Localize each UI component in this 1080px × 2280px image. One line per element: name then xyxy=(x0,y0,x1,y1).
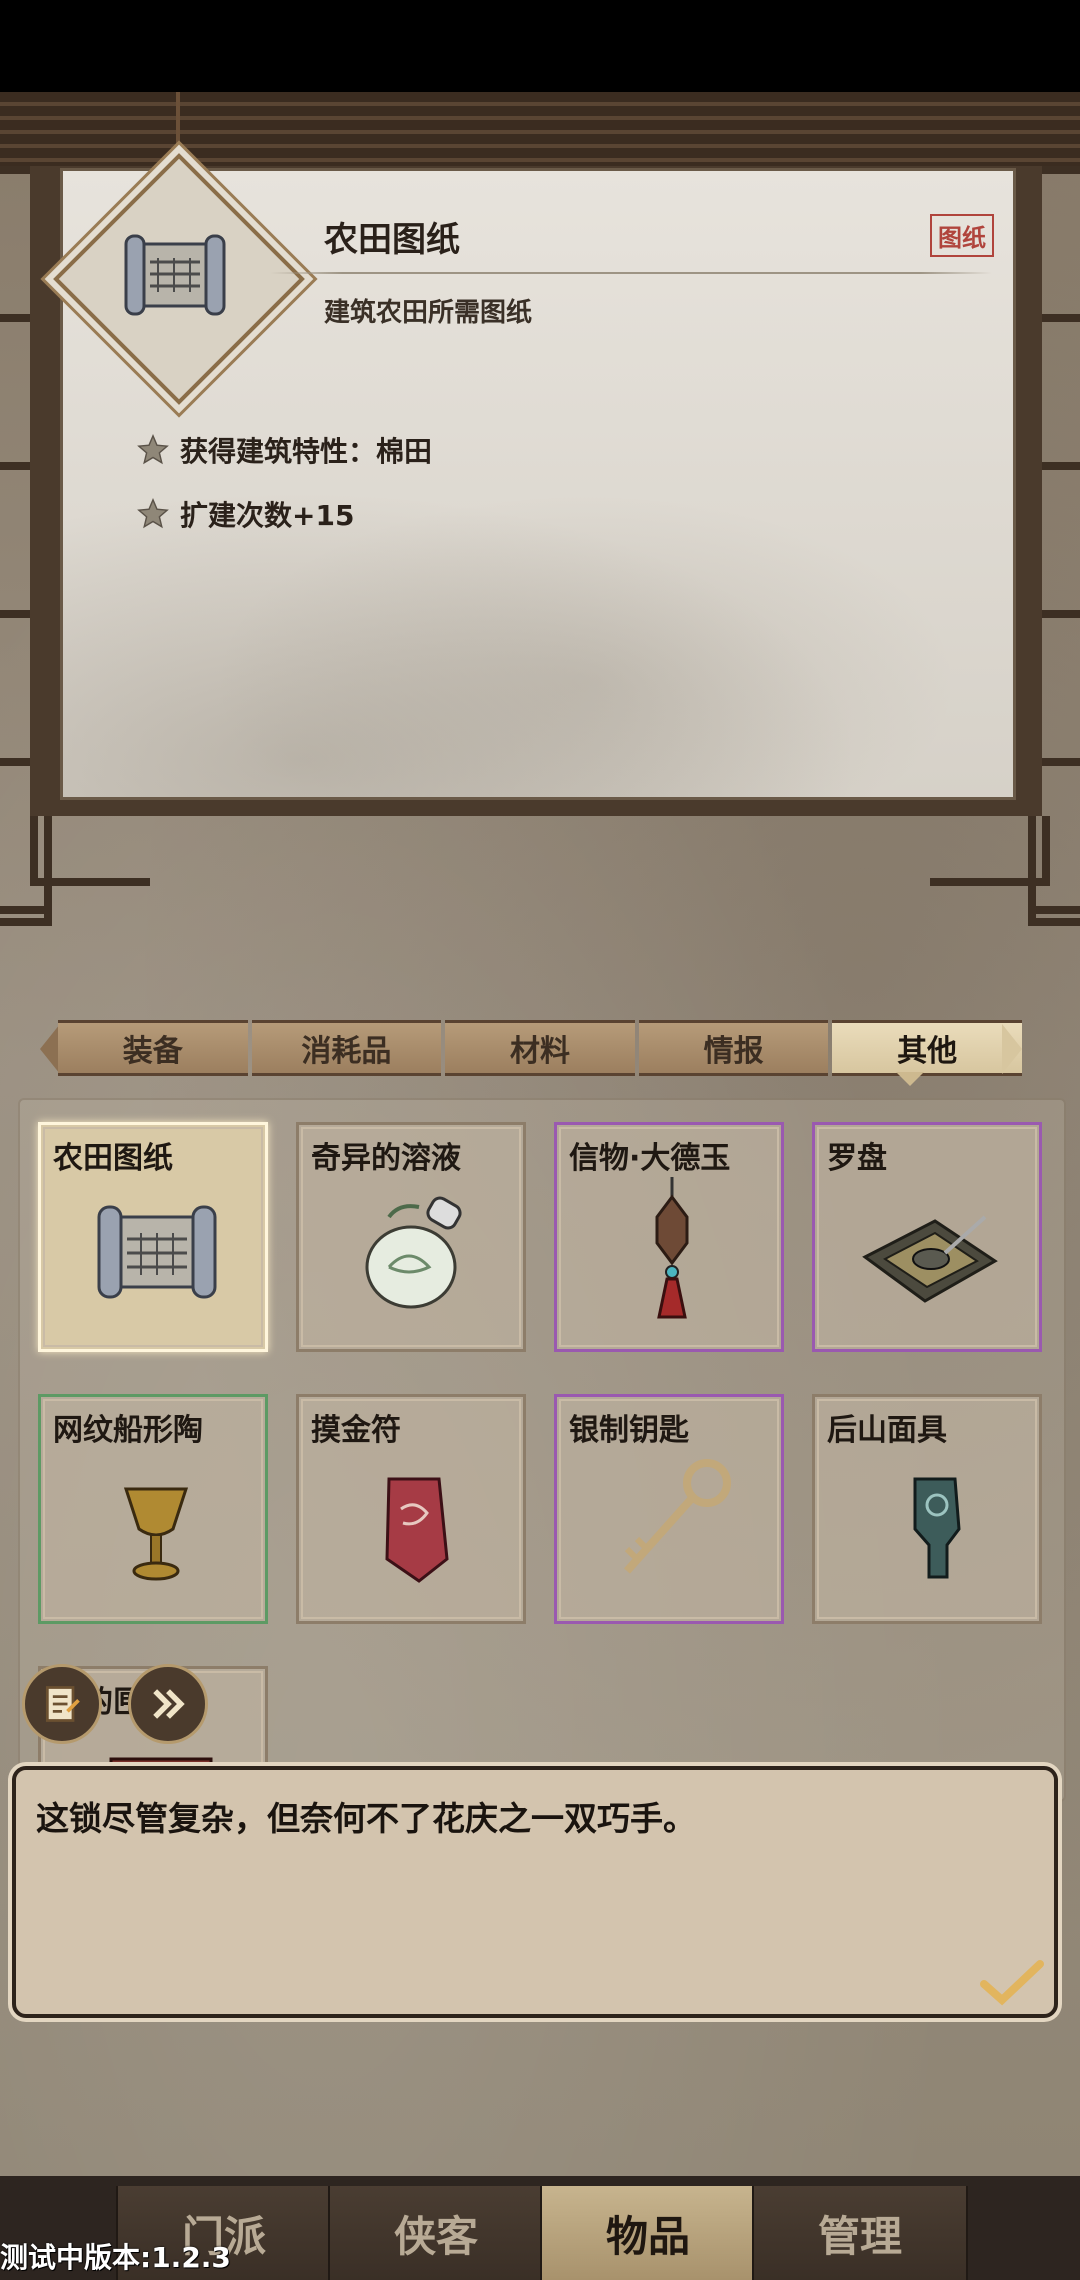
goblet-icon xyxy=(123,1487,189,1581)
frame-corner-left xyxy=(30,816,150,886)
active-tab-pointer-icon xyxy=(896,1072,924,1086)
inventory-slot[interactable]: 农田图纸 xyxy=(38,1122,268,1352)
mask-icon xyxy=(913,1477,961,1579)
item-title: 农田图纸 xyxy=(324,220,460,260)
frame-corner-right xyxy=(930,816,1050,886)
nav-heroes[interactable]: 侠客 xyxy=(328,2186,544,2280)
inventory-slot[interactable]: 网纹船形陶 xyxy=(38,1394,268,1624)
title-divider xyxy=(270,272,992,274)
tab-intel[interactable]: 情报 xyxy=(638,1020,829,1076)
nav-manage[interactable]: 管理 xyxy=(752,2186,968,2280)
tab-consumables[interactable]: 消耗品 xyxy=(251,1020,442,1076)
inventory-slot[interactable]: 信物·大德玉 xyxy=(554,1122,784,1352)
confirm-check-icon[interactable] xyxy=(980,1958,1044,2006)
tabs-right-arrow-icon xyxy=(1002,1024,1022,1074)
tab-equipment[interactable]: 装备 xyxy=(58,1020,248,1076)
dialog-box[interactable]: 这锁尽管复杂，但奈何不了花庆之一双巧手。 xyxy=(12,1766,1058,2018)
dialog-text: 这锁尽管复杂，但奈何不了花庆之一双巧手。 xyxy=(36,1799,696,1838)
attribute-text: 获得建筑特性：棉田 xyxy=(180,435,433,468)
inventory-slot[interactable]: 银制钥匙 xyxy=(554,1394,784,1624)
attribute-row: 获得建筑特性：棉田 xyxy=(136,430,432,470)
key-icon xyxy=(624,1459,731,1574)
category-tabs: 装备 消耗品 材料 情报 其他 xyxy=(58,1020,1022,1076)
fast-forward-button[interactable] xyxy=(128,1664,208,1744)
item-description: 建筑农田所需图纸 xyxy=(324,298,533,328)
nav-items[interactable]: 物品 xyxy=(540,2186,756,2280)
log-button[interactable] xyxy=(22,1664,102,1744)
inventory-slot[interactable]: 后山面具 xyxy=(812,1394,1042,1624)
item-name: 网纹船形陶 xyxy=(53,1413,203,1448)
scroll-icon xyxy=(97,1205,217,1299)
tabs-left-arrow-icon xyxy=(40,1024,60,1074)
roof-eaves xyxy=(0,92,1080,172)
item-name: 罗盘 xyxy=(827,1141,887,1176)
compass-icon xyxy=(862,1215,998,1303)
item-name: 后山面具 xyxy=(827,1413,947,1448)
mountain-mist-decoration xyxy=(63,417,1013,797)
inventory-slot[interactable]: 奇异的溶液 xyxy=(296,1122,526,1352)
attribute-row: 扩建次数+15 xyxy=(136,494,354,534)
status-bar xyxy=(0,0,1080,92)
item-name: 农田图纸 xyxy=(53,1141,173,1176)
star-icon xyxy=(137,434,169,465)
tab-materials[interactable]: 材料 xyxy=(445,1020,635,1076)
item-name: 银制钥匙 xyxy=(569,1413,689,1448)
fast-forward-icon xyxy=(153,1689,185,1719)
star-icon xyxy=(137,498,169,529)
version-label: 测试中版本:1.2.3 xyxy=(0,2241,231,2274)
item-name: 信物·大德玉 xyxy=(569,1141,731,1176)
item-category-tag: 图纸 xyxy=(930,214,994,257)
talisman-icon xyxy=(385,1477,449,1583)
tab-other[interactable]: 其他 xyxy=(832,1020,1022,1076)
bottle-icon xyxy=(365,1196,462,1309)
inventory-slot[interactable]: 摸金符 xyxy=(296,1394,526,1624)
item-name: 摸金符 xyxy=(311,1413,401,1448)
document-icon xyxy=(45,1686,80,1722)
item-name: 奇异的溶液 xyxy=(311,1141,461,1176)
inventory-slot[interactable]: 罗盘 xyxy=(812,1122,1042,1352)
jade-pendant-icon xyxy=(655,1177,689,1319)
attribute-text: 扩建次数+15 xyxy=(180,499,355,532)
scroll-icon xyxy=(124,234,226,316)
